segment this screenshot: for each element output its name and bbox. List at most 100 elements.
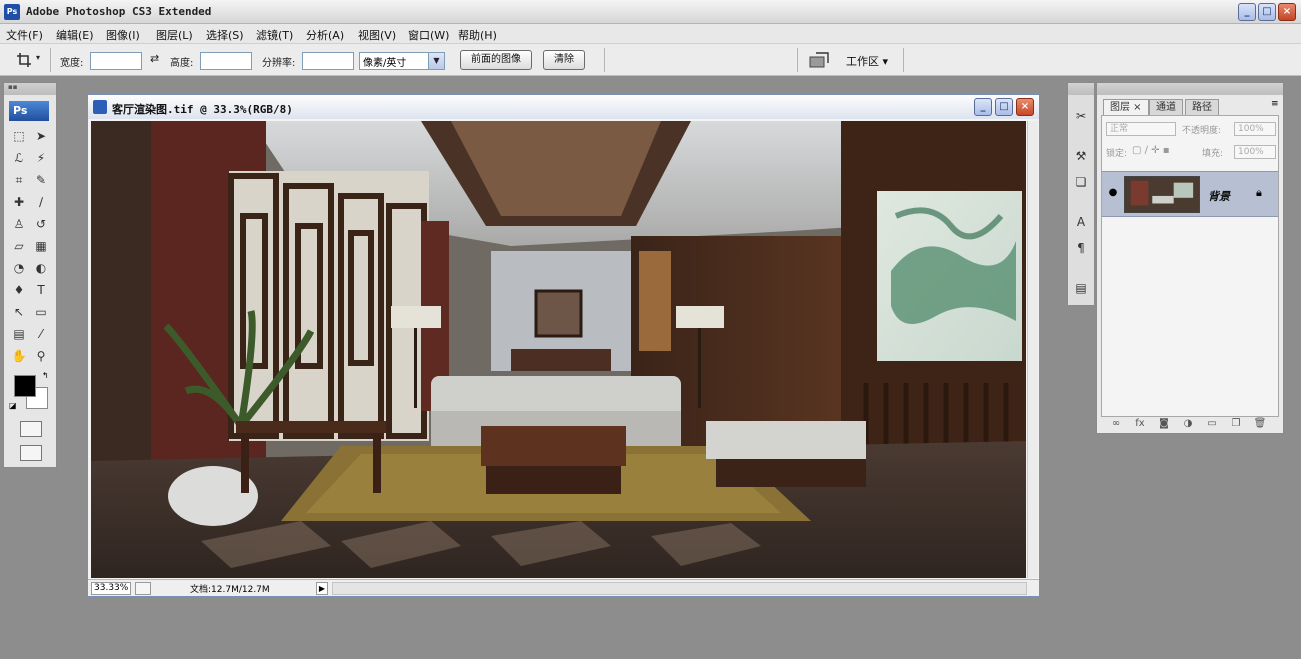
folder-icon[interactable]: ▭	[1205, 417, 1219, 431]
status-menu-arrow[interactable]: ▶	[316, 582, 328, 595]
document-title: 客厅渲染图.tif @ 33.3%(RGB/8)	[112, 103, 293, 116]
doc-close-button[interactable]: ×	[1016, 98, 1034, 116]
menu-filter[interactable]: 滤镜(T)	[256, 27, 293, 43]
workspace-button[interactable]: 工作区 ▾	[846, 53, 888, 69]
zoom-icon[interactable]: ⚲	[31, 347, 51, 365]
navigator-icon[interactable]: ▤	[1072, 279, 1090, 297]
quick-mask-button[interactable]	[20, 421, 42, 437]
dock-grip[interactable]	[1068, 83, 1094, 95]
screen-mode-button[interactable]	[20, 445, 42, 461]
layers-panel-grip[interactable]	[1097, 83, 1283, 95]
menu-edit[interactable]: 编辑(E)	[56, 27, 94, 43]
default-colors-icon[interactable]: ◪	[9, 401, 17, 410]
lasso-icon[interactable]: ℒ	[9, 149, 29, 167]
layer-name[interactable]: 背景	[1208, 188, 1230, 204]
blend-mode-select[interactable]: 正常	[1106, 122, 1176, 136]
blur-icon[interactable]: ◔	[9, 259, 29, 277]
eyedropper-icon[interactable]: ⁄	[31, 325, 51, 343]
magic-wand-icon[interactable]: ⚡	[31, 149, 51, 167]
link-icon[interactable]: ∞	[1109, 417, 1123, 431]
document-titlebar[interactable]: 客厅渲染图.tif @ 33.3%(RGB/8) _ □ ×	[88, 95, 1039, 119]
bridge-icon[interactable]	[808, 51, 830, 69]
menu-file[interactable]: 文件(F)	[6, 27, 43, 43]
visibility-eye-icon[interactable]: ●	[1106, 186, 1120, 200]
swap-arrows-icon[interactable]: ⇄	[150, 52, 159, 65]
brush-icon[interactable]: ∕	[31, 193, 51, 211]
height-label: 高度:	[170, 58, 194, 69]
trash-icon[interactable]: 🗑︎	[1253, 417, 1267, 431]
maximize-button[interactable]: □	[1258, 3, 1276, 21]
foreground-color-swatch[interactable]	[14, 375, 36, 397]
document-vertical-scrollbar[interactable]	[1027, 121, 1038, 578]
document-canvas[interactable]	[91, 121, 1026, 578]
menu-help[interactable]: 帮助(H)	[458, 27, 497, 43]
eraser-icon[interactable]: ▱	[9, 237, 29, 255]
separator	[604, 48, 605, 72]
brush-presets-icon[interactable]: ✂	[1072, 107, 1090, 125]
pen-icon[interactable]: ♦	[9, 281, 29, 299]
clone-stamp-icon[interactable]: ♙	[9, 215, 29, 233]
resolution-unit-select[interactable]: 像素/英寸 ▼	[359, 52, 445, 70]
menu-window[interactable]: 窗口(W)	[408, 27, 449, 43]
front-image-button[interactable]: 前面的图像	[460, 50, 532, 70]
fill-label: 填充:	[1202, 149, 1224, 159]
resolution-input[interactable]	[302, 52, 354, 70]
lock-icons[interactable]: ▢ ∕ ✛ ▪	[1132, 145, 1170, 156]
toolbox-grip[interactable]: ▪▪	[4, 83, 56, 95]
path-selection-icon[interactable]: ↖	[9, 303, 29, 321]
character-icon[interactable]: A	[1072, 213, 1090, 231]
document-size-info: 文档:12.7M/12.7M	[190, 585, 270, 595]
notes-icon[interactable]: ▤	[9, 325, 29, 343]
hand-icon[interactable]: ✋	[9, 347, 29, 365]
move-icon[interactable]: ➤	[31, 127, 51, 145]
history-brush-icon[interactable]: ↺	[31, 215, 51, 233]
width-label: 宽度:	[60, 58, 84, 69]
clear-button[interactable]: 清除	[543, 50, 585, 70]
layers-panel: 图层 × 通道 路径 ≡ 正常 不透明度: 100% 锁定: ▢ ∕ ✛ ▪ 填…	[1096, 82, 1284, 434]
zoom-menu-button[interactable]	[135, 582, 151, 595]
doc-minimize-button[interactable]: _	[974, 98, 992, 116]
menu-image[interactable]: 图像(I)	[106, 27, 140, 43]
tab-layers[interactable]: 图层 ×	[1103, 99, 1149, 115]
document-horizontal-scrollbar[interactable]	[332, 582, 1027, 595]
photoshop-app-icon: Ps	[4, 4, 20, 20]
height-input[interactable]	[200, 52, 252, 70]
crop-icon[interactable]: ⌗	[9, 171, 29, 189]
close-button[interactable]: ×	[1278, 3, 1296, 21]
photoshop-logo[interactable]: Ps	[9, 101, 49, 121]
dodge-icon[interactable]: ◐	[31, 259, 51, 277]
width-input[interactable]	[90, 52, 142, 70]
zoom-level-field[interactable]: 33.33%	[91, 582, 131, 595]
app-title: Adobe Photoshop CS3 Extended	[26, 5, 212, 18]
menu-layer[interactable]: 图层(L)	[156, 27, 193, 43]
layer-comps-icon[interactable]: ❏	[1072, 173, 1090, 191]
paragraph-icon[interactable]: ¶	[1072, 239, 1090, 257]
app-titlebar: Ps Adobe Photoshop CS3 Extended _ □ ×	[0, 0, 1301, 24]
adjustment-icon[interactable]: ◑	[1181, 417, 1195, 431]
marquee-icon[interactable]: ⬚	[9, 127, 29, 145]
panel-menu-icon[interactable]: ≡	[1271, 99, 1279, 109]
opacity-field[interactable]: 100%	[1234, 122, 1276, 136]
menu-select[interactable]: 选择(S)	[206, 27, 244, 43]
tab-channels[interactable]: 通道	[1149, 99, 1183, 115]
tool-preset-arrow[interactable]: ▾	[36, 53, 40, 62]
swap-colors-icon[interactable]: ↰	[42, 371, 49, 380]
shape-icon[interactable]: ▭	[31, 303, 51, 321]
fx-icon[interactable]: fx	[1133, 417, 1147, 431]
tab-paths[interactable]: 路径	[1185, 99, 1219, 115]
chevron-down-icon: ▼	[428, 53, 444, 69]
minimize-button[interactable]: _	[1238, 3, 1256, 21]
tool-presets-icon[interactable]: ⚒	[1072, 147, 1090, 165]
mask-icon[interactable]: ◙	[1157, 417, 1171, 431]
crop-icon[interactable]	[16, 52, 32, 68]
fill-field[interactable]: 100%	[1234, 145, 1276, 159]
healing-brush-icon[interactable]: ✚	[9, 193, 29, 211]
slice-icon[interactable]: ✎	[31, 171, 51, 189]
menu-view[interactable]: 视图(V)	[358, 27, 396, 43]
menu-analysis[interactable]: 分析(A)	[306, 27, 344, 43]
layer-row-background[interactable]: ● 背景 🔒︎	[1102, 171, 1278, 217]
new-layer-icon[interactable]: ❐	[1229, 417, 1243, 431]
gradient-icon[interactable]: ▦	[31, 237, 51, 255]
doc-maximize-button[interactable]: □	[995, 98, 1013, 116]
type-icon[interactable]: T	[31, 281, 51, 299]
